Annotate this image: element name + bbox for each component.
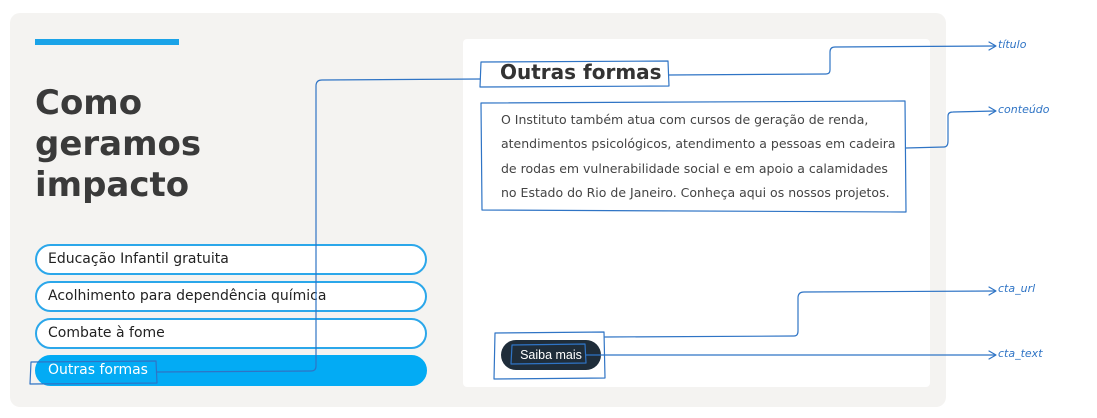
cta-url-connector	[604, 290, 996, 338]
annotation-cta-url: cta_url	[998, 282, 1036, 295]
annotation-conteudo: conteúdo	[998, 103, 1050, 116]
content-highlight-box	[480, 100, 907, 213]
title-connector	[668, 45, 996, 76]
annotation-overlay	[29, 41, 997, 385]
nav-highlight-box	[29, 360, 158, 385]
annotation-titulo: título	[998, 38, 1027, 51]
annotation-cta-text: cta_text	[998, 347, 1043, 360]
title-highlight-box	[479, 60, 670, 88]
nav-connector	[156, 78, 481, 373]
cta-text-highlight-box	[510, 343, 587, 365]
content-connector	[905, 110, 996, 149]
